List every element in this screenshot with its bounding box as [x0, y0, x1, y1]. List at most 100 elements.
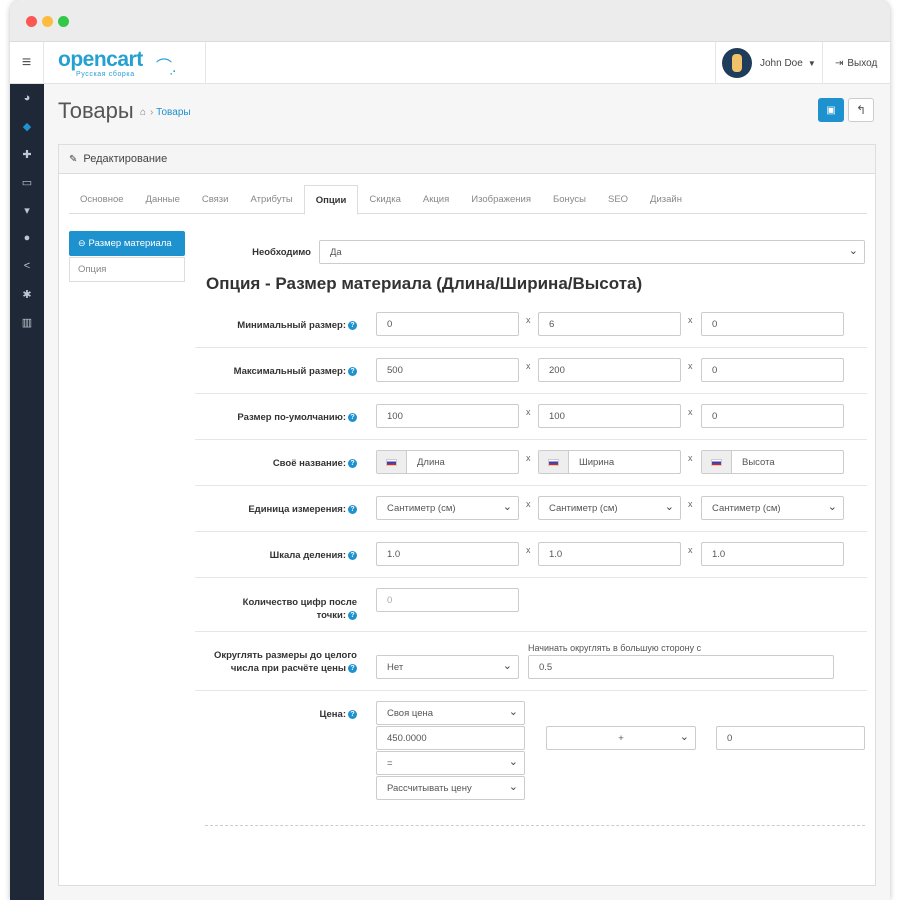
- default-width-input[interactable]: 100: [538, 404, 681, 428]
- reports-chart-icon[interactable]: ▥: [10, 308, 44, 336]
- help-icon: ?: [348, 709, 357, 719]
- min-size-label: Минимальный размер:?: [199, 320, 357, 331]
- tab-reward[interactable]: Бонусы: [542, 185, 597, 214]
- max-height-input[interactable]: 0: [701, 358, 844, 382]
- length-unit-select[interactable]: Сантиметр (см): [376, 496, 519, 520]
- option-list: ⊖ Размер материала Опция: [69, 231, 185, 283]
- marketing-share-icon[interactable]: <: [10, 252, 44, 280]
- home-icon[interactable]: ⌂: [140, 107, 146, 118]
- panel-title: Редактирование: [83, 153, 168, 165]
- tab-seo[interactable]: SEO: [597, 185, 639, 214]
- caret-down-icon: ▼: [807, 58, 816, 68]
- default-size-label: Размер по-умолчанию:?: [199, 412, 357, 423]
- height-unit-select[interactable]: Сантиметр (см): [701, 496, 844, 520]
- help-icon: ?: [348, 663, 357, 673]
- width-scale-input[interactable]: 1.0: [538, 542, 681, 566]
- help-icon: ?: [348, 458, 357, 468]
- price-mode-select[interactable]: Своя цена: [376, 701, 525, 725]
- width-name-input[interactable]: Ширина: [538, 450, 681, 474]
- min-height-input[interactable]: 0: [701, 312, 844, 336]
- back-button[interactable]: ↰: [848, 98, 874, 122]
- avatar: [722, 48, 752, 78]
- help-icon: ?: [348, 550, 357, 560]
- default-height-input[interactable]: 0: [701, 404, 844, 428]
- round-select[interactable]: Нет: [376, 655, 519, 679]
- required-select[interactable]: Да: [319, 240, 865, 264]
- top-header: ≡ opencart ⌒.̣ Русская сборка John Doe ▼…: [10, 42, 890, 84]
- price-operator-select[interactable]: =: [376, 751, 525, 775]
- minus-circle-icon[interactable]: ⊖: [78, 238, 86, 249]
- price-label: Цена:?: [199, 709, 357, 720]
- option-heading: Опция - Размер материала (Длина/Ширина/В…: [206, 274, 643, 293]
- opencart-logo[interactable]: opencart ⌒.̣ Русская сборка: [58, 48, 206, 78]
- price-extra-input[interactable]: 0: [716, 726, 865, 750]
- window-titlebar: [10, 0, 890, 42]
- logout-link[interactable]: ⇥ Выход: [835, 42, 877, 84]
- decimal-digits-label: Количество цифр после точки:?: [242, 597, 357, 621]
- minimize-window-dot[interactable]: [42, 16, 53, 27]
- logo-text: opencart: [58, 48, 143, 71]
- round-up-input[interactable]: 0.5: [528, 655, 834, 679]
- tab-special[interactable]: Акция: [412, 185, 460, 214]
- x-separator: x: [526, 361, 531, 371]
- tab-data[interactable]: Данные: [135, 185, 191, 214]
- product-tabs: Основное Данные Связи Атрибуты Опции Ски…: [69, 185, 867, 215]
- sign-out-icon: ⇥: [835, 57, 844, 69]
- option-select-input[interactable]: Опция: [69, 257, 185, 282]
- tab-attributes[interactable]: Атрибуты: [239, 185, 303, 214]
- help-icon: ?: [348, 504, 357, 514]
- max-size-label: Максимальный размер:?: [199, 366, 357, 377]
- hamburger-icon[interactable]: ≡: [10, 42, 44, 84]
- min-length-input[interactable]: 0: [376, 312, 519, 336]
- user-name: John Doe: [760, 57, 803, 69]
- dashboard-icon[interactable]: ◕: [10, 84, 44, 112]
- round-up-note: Начинать округлять в большую сторону с: [528, 643, 702, 653]
- max-length-input[interactable]: 500: [376, 358, 519, 382]
- reply-icon: ↰: [855, 103, 867, 117]
- tab-discount[interactable]: Скидка: [358, 185, 412, 214]
- help-icon: ?: [348, 320, 357, 330]
- default-length-input[interactable]: 100: [376, 404, 519, 428]
- tab-options[interactable]: Опции: [303, 185, 359, 215]
- scale-label: Шкала деления:?: [199, 550, 357, 561]
- russian-flag-icon: [539, 451, 569, 473]
- save-button[interactable]: ▣: [818, 98, 844, 122]
- tab-images[interactable]: Изображения: [460, 185, 542, 214]
- browser-window: ≡ opencart ⌒.̣ Русская сборка John Doe ▼…: [10, 0, 890, 900]
- x-separator: x: [688, 545, 693, 555]
- x-separator: x: [526, 545, 531, 555]
- min-width-input[interactable]: 6: [538, 312, 681, 336]
- price-input[interactable]: 450.0000: [376, 726, 525, 750]
- catalog-tag-icon[interactable]: ◆: [10, 112, 44, 140]
- decimal-digits-input[interactable]: 0: [376, 588, 519, 612]
- system-cog-icon[interactable]: ✱: [10, 280, 44, 308]
- height-name-input[interactable]: Высота: [701, 450, 844, 474]
- option-input-placeholder: Опция: [78, 264, 107, 275]
- user-menu[interactable]: John Doe ▼: [715, 42, 823, 84]
- width-unit-select[interactable]: Сантиметр (см): [538, 496, 681, 520]
- sales-cart-icon[interactable]: ▾: [10, 196, 44, 224]
- tab-design[interactable]: Дизайн: [639, 185, 693, 214]
- page-title: Товары: [58, 98, 134, 123]
- panel-heading: ✎ Редактирование: [59, 145, 875, 174]
- customers-user-icon[interactable]: ●: [10, 224, 44, 252]
- tab-general[interactable]: Основное: [69, 185, 135, 214]
- option-item-material-size[interactable]: ⊖ Размер материала: [69, 231, 185, 256]
- maximize-window-dot[interactable]: [58, 16, 69, 27]
- price-sign-select[interactable]: +: [546, 726, 696, 750]
- max-width-input[interactable]: 200: [538, 358, 681, 382]
- x-separator: x: [688, 361, 693, 371]
- height-scale-input[interactable]: 1.0: [701, 542, 844, 566]
- tab-links[interactable]: Связи: [191, 185, 240, 214]
- extensions-puzzle-icon[interactable]: ✚: [10, 140, 44, 168]
- length-scale-input[interactable]: 1.0: [376, 542, 519, 566]
- divider: [205, 825, 865, 826]
- main-content: Товары ⌂ › Товары ▣ ↰ ✎ Редактирование Ос…: [44, 84, 890, 900]
- length-name-input[interactable]: Длина: [376, 450, 519, 474]
- close-window-dot[interactable]: [26, 16, 37, 27]
- help-icon: ?: [348, 610, 357, 620]
- x-separator: x: [526, 407, 531, 417]
- breadcrumb-item-products[interactable]: Товары: [156, 107, 190, 118]
- design-monitor-icon[interactable]: ▭: [10, 168, 44, 196]
- price-calc-select[interactable]: Рассчитывать цену: [376, 776, 525, 800]
